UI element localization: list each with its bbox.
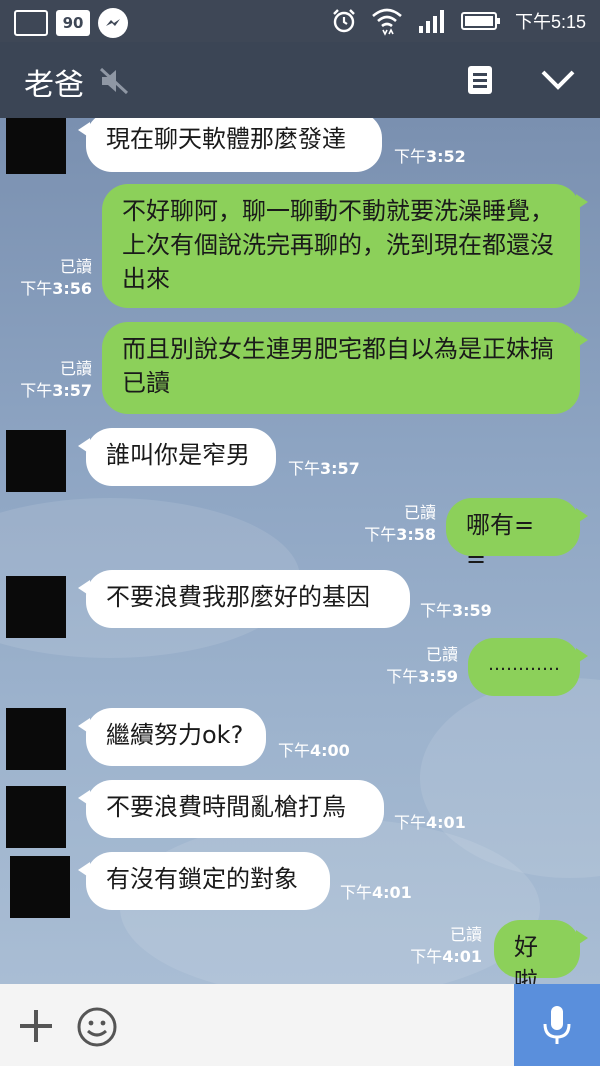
emoji-icon[interactable] bbox=[76, 1006, 118, 1048]
gallery-icon bbox=[14, 10, 48, 36]
message-time: 下午4:01 bbox=[340, 883, 412, 902]
plus-icon[interactable] bbox=[16, 1006, 56, 1046]
chat-header: 老爸 bbox=[0, 42, 600, 118]
microphone-button[interactable] bbox=[514, 984, 600, 1066]
wifi-icon bbox=[372, 8, 402, 36]
message-time: 下午4:01 bbox=[410, 947, 482, 966]
message-bubble[interactable]: 現在聊天軟體那麼發達 bbox=[78, 118, 382, 172]
battery-icon bbox=[460, 12, 500, 30]
message-text: 而且別說女生連男肥宅都自以為是正妹搞已讀 bbox=[122, 335, 554, 397]
message-time: 下午3:57 bbox=[288, 459, 360, 478]
message-bubble[interactable]: 不要浪費時間亂槍打鳥 bbox=[78, 780, 384, 838]
message-time: 下午3:57 bbox=[20, 381, 92, 400]
read-receipt: 已讀 bbox=[59, 257, 92, 276]
avatar[interactable] bbox=[6, 118, 66, 174]
message-text: 誰叫你是窄男 bbox=[106, 441, 250, 469]
message-time: 下午4:00 bbox=[278, 741, 350, 760]
message-time: 下午3:58 bbox=[364, 525, 436, 544]
message-bubble[interactable]: 誰叫你是窄男 bbox=[78, 428, 276, 486]
avatar[interactable] bbox=[6, 786, 66, 848]
status-bar: 90 下午5:15 bbox=[0, 0, 600, 42]
avatar[interactable] bbox=[10, 856, 70, 918]
read-receipt: 已讀 bbox=[425, 645, 458, 664]
avatar[interactable] bbox=[6, 576, 66, 638]
message-meta: 已讀 下午4:01 bbox=[396, 924, 482, 968]
message-text: 哪有= = bbox=[466, 511, 535, 573]
messenger-icon bbox=[98, 8, 128, 38]
input-bar bbox=[0, 984, 600, 1066]
message-text: 繼續努力ok? bbox=[106, 721, 244, 749]
message-bubble[interactable]: 有沒有鎖定的對象 bbox=[78, 852, 330, 910]
message-meta: 已讀 下午3:58 bbox=[350, 502, 436, 546]
message-text: 不好聊阿，聊一聊動不動就要洗澡睡覺，上次有個說洗完再聊的，洗到現在都還沒出來 bbox=[122, 197, 554, 293]
badge-90: 90 bbox=[56, 10, 90, 36]
read-receipt: 已讀 bbox=[403, 503, 436, 522]
chat-title: 老爸 bbox=[24, 68, 84, 103]
message-bubble[interactable]: 不要浪費我那麼好的基因 bbox=[78, 570, 410, 628]
avatar[interactable] bbox=[6, 430, 66, 492]
message-meta: 已讀 下午3:57 bbox=[10, 358, 92, 402]
message-time: 下午4:01 bbox=[394, 813, 466, 832]
message-meta: 已讀 下午3:56 bbox=[10, 256, 92, 300]
message-text: ………… bbox=[488, 654, 560, 675]
alarm-icon bbox=[333, 9, 355, 33]
message-bubble[interactable]: 不好聊阿，聊一聊動不動就要洗澡睡覺，上次有個說洗完再聊的，洗到現在都還沒出來 bbox=[102, 184, 588, 308]
message-time: 下午3:52 bbox=[394, 147, 466, 166]
memo-icon[interactable] bbox=[466, 64, 494, 96]
message-bubble[interactable]: 哪有= = bbox=[446, 498, 588, 573]
message-text: 不要浪費時間亂槍打鳥 bbox=[106, 793, 346, 821]
microphone-icon bbox=[543, 1006, 571, 1044]
read-receipt: 已讀 bbox=[449, 925, 482, 944]
message-bubble[interactable]: 而且別說女生連男肥宅都自以為是正妹搞已讀 bbox=[102, 322, 588, 414]
message-bubble[interactable]: 繼續努力ok? bbox=[78, 708, 266, 766]
message-text: 現在聊天軟體那麼發達 bbox=[106, 125, 346, 153]
clock: 下午5:15 bbox=[514, 12, 586, 32]
message-time: 下午3:56 bbox=[20, 279, 92, 298]
signal-icon bbox=[418, 10, 444, 33]
avatar[interactable] bbox=[6, 708, 66, 770]
message-text: 好啦 bbox=[514, 933, 538, 984]
message-text: 不要浪費我那麼好的基因 bbox=[106, 583, 370, 611]
message-bubble[interactable]: ………… bbox=[468, 638, 588, 696]
chevron-down-icon[interactable] bbox=[540, 68, 576, 92]
chat-area[interactable]: 現在聊天軟體那麼發達 下午3:52 已讀 下午3:56 不好聊阿，聊一聊動不動就… bbox=[0, 118, 600, 984]
message-time: 下午3:59 bbox=[386, 667, 458, 686]
message-text: 有沒有鎖定的對象 bbox=[106, 865, 298, 893]
message-time: 下午3:59 bbox=[420, 601, 492, 620]
message-meta: 已讀 下午3:59 bbox=[372, 644, 458, 688]
message-bubble[interactable]: 好啦 bbox=[494, 920, 588, 984]
mute-icon bbox=[99, 67, 129, 95]
read-receipt: 已讀 bbox=[59, 359, 92, 378]
